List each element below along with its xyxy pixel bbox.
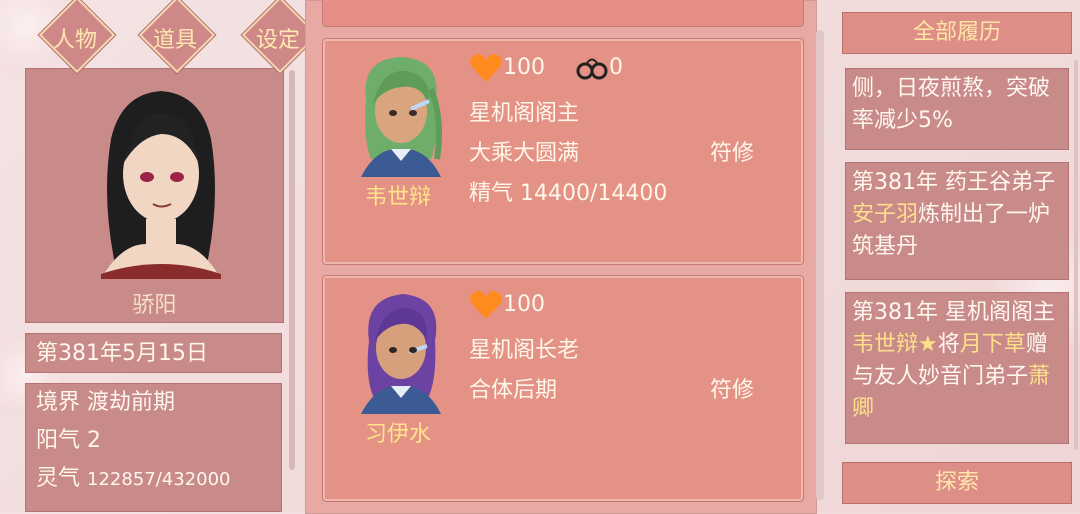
handcuff-icon bbox=[576, 58, 608, 80]
hero-portrait bbox=[101, 91, 221, 279]
character-essence: 精气 14400/14400 bbox=[469, 181, 668, 206]
hero-stats: 境界 渡劫前期 阳气 2 灵气 122857/432000 bbox=[25, 383, 282, 512]
stat-realm: 境界 渡劫前期 bbox=[36, 384, 281, 422]
character-realm: 大乘大圆满 bbox=[469, 141, 580, 166]
right-scrollbar[interactable] bbox=[1074, 60, 1078, 450]
tab-label: 道具 bbox=[152, 28, 197, 53]
history-entry: 侧，日夜煎熬，突破率减少5% bbox=[845, 68, 1069, 150]
favor-value: 100 bbox=[503, 292, 545, 317]
heart-icon bbox=[470, 291, 502, 319]
character-title: 星机阁阁主 bbox=[469, 101, 580, 126]
character-name: 韦世辩 bbox=[364, 185, 431, 210]
favor-value: 100 bbox=[503, 55, 545, 80]
hero-name: 骄阳 bbox=[132, 293, 177, 318]
hero-portrait-panel[interactable]: 骄阳 bbox=[25, 68, 284, 323]
history-highlight: 韦世辩★ bbox=[852, 332, 938, 357]
stat-spirit: 灵气 122857/432000 bbox=[36, 460, 281, 498]
character-title: 星机阁长老 bbox=[469, 338, 580, 363]
character-avatar bbox=[361, 57, 442, 177]
stat-label: 阳气 bbox=[36, 428, 81, 453]
character-card-partial[interactable] bbox=[322, 0, 804, 27]
tab-items[interactable]: 道具 bbox=[138, 0, 216, 74]
tab-characters[interactable]: 人物 bbox=[38, 0, 116, 74]
stat-label: 境界 bbox=[36, 390, 81, 415]
history-text: 第381年 药王谷弟子 bbox=[852, 170, 1055, 195]
history-header-button[interactable]: 全部履历 bbox=[842, 12, 1072, 54]
stat-value: 渡劫前期 bbox=[87, 390, 176, 415]
tab-label: 人物 bbox=[52, 28, 97, 53]
character-card[interactable]: 习伊水 100 星机阁长老 合体后期 符修 bbox=[322, 275, 804, 502]
history-entry: 第381年 药王谷弟子安子羽炼制出了一炉筑基丹 bbox=[845, 162, 1069, 280]
stat-value: 2 bbox=[87, 428, 102, 453]
character-class: 符修 bbox=[710, 378, 755, 403]
tab-settings[interactable]: 设定 bbox=[241, 0, 319, 74]
history-entry: 第381年 星机阁阁主韦世辩★将月下草赠与友人妙音门弟子萧卿 bbox=[845, 292, 1069, 444]
character-name: 习伊水 bbox=[364, 422, 431, 447]
explore-button[interactable]: 探索 bbox=[842, 462, 1072, 504]
history-text: 第381年 星机阁阁主 bbox=[852, 300, 1055, 325]
history-text: 将 bbox=[937, 332, 960, 357]
left-scrollbar[interactable] bbox=[289, 70, 295, 470]
character-card[interactable]: 韦世辩 100 0 星机阁阁主 大乘大圆满 符修 精气 14400/14400 bbox=[322, 38, 804, 265]
history-highlight: 安子羽 bbox=[852, 202, 919, 227]
character-realm: 合体后期 bbox=[469, 378, 558, 403]
game-date: 第381年5月15日 bbox=[25, 333, 282, 373]
stat-yang: 阳气 2 bbox=[36, 422, 281, 460]
tab-label: 设定 bbox=[255, 28, 300, 53]
stat-label: 灵气 bbox=[36, 466, 81, 491]
stat-value: 122857/432000 bbox=[87, 469, 231, 490]
history-highlight: 月下草 bbox=[959, 332, 1026, 357]
history-text: 侧，日夜煎熬，突破率减少5% bbox=[852, 76, 1051, 133]
character-avatar bbox=[361, 294, 441, 414]
character-class: 符修 bbox=[710, 141, 755, 166]
heart-icon bbox=[470, 54, 502, 82]
handcuff-value: 0 bbox=[609, 55, 623, 80]
middle-scrollbar[interactable] bbox=[816, 30, 824, 500]
